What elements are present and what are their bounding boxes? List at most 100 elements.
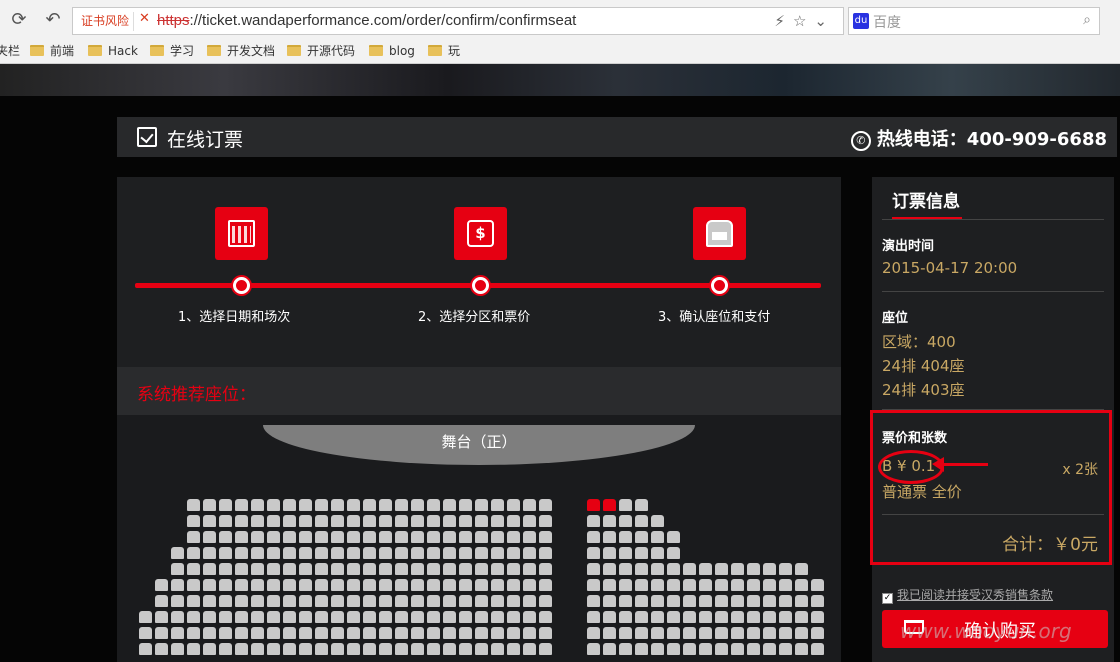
seat[interactable] — [203, 611, 216, 623]
seat[interactable] — [283, 627, 296, 639]
address-bar[interactable]: 证书风险 ✕ https://ticket.wandaperformance.c… — [72, 7, 844, 35]
seat[interactable] — [283, 499, 296, 511]
lightning-icon[interactable]: ⚡ — [774, 12, 793, 30]
seat[interactable] — [731, 643, 744, 655]
seat[interactable] — [651, 595, 664, 607]
seat[interactable] — [219, 563, 232, 575]
seat[interactable] — [539, 563, 552, 575]
seat[interactable] — [347, 515, 360, 527]
seat[interactable] — [411, 531, 424, 543]
seat[interactable] — [651, 563, 664, 575]
seat[interactable] — [251, 531, 264, 543]
back-icon[interactable]: ↶ — [42, 9, 64, 31]
seat[interactable] — [523, 595, 536, 607]
seat[interactable] — [795, 563, 808, 575]
seat[interactable] — [267, 627, 280, 639]
seat[interactable] — [539, 531, 552, 543]
seat[interactable] — [443, 579, 456, 591]
seat[interactable] — [411, 579, 424, 591]
seat[interactable] — [299, 515, 312, 527]
seat[interactable] — [779, 611, 792, 623]
seat[interactable] — [539, 515, 552, 527]
seat[interactable] — [507, 579, 520, 591]
seat[interactable] — [443, 611, 456, 623]
seat[interactable] — [603, 515, 616, 527]
seat[interactable] — [795, 643, 808, 655]
seat[interactable] — [683, 563, 696, 575]
seat[interactable] — [459, 515, 472, 527]
seat[interactable] — [331, 611, 344, 623]
bookmark-item[interactable]: 玩 — [428, 42, 460, 60]
seat[interactable] — [315, 595, 328, 607]
seat[interactable] — [491, 547, 504, 559]
seat[interactable] — [443, 595, 456, 607]
seat[interactable] — [603, 579, 616, 591]
seat[interactable] — [299, 563, 312, 575]
seat[interactable] — [203, 563, 216, 575]
seat[interactable] — [395, 563, 408, 575]
seat[interactable] — [283, 595, 296, 607]
seat[interactable] — [219, 595, 232, 607]
seat[interactable] — [395, 643, 408, 655]
seat[interactable] — [683, 595, 696, 607]
seat[interactable] — [795, 627, 808, 639]
seat[interactable] — [587, 579, 600, 591]
seat[interactable] — [667, 547, 680, 559]
seat[interactable] — [187, 547, 200, 559]
seat[interactable] — [523, 627, 536, 639]
seat[interactable] — [731, 611, 744, 623]
seat[interactable] — [715, 627, 728, 639]
seat[interactable] — [203, 643, 216, 655]
seat[interactable] — [203, 515, 216, 527]
seat[interactable] — [523, 547, 536, 559]
seat[interactable] — [539, 595, 552, 607]
seat[interactable] — [587, 547, 600, 559]
seat[interactable] — [203, 595, 216, 607]
seat[interactable] — [379, 563, 392, 575]
selected-seat[interactable] — [603, 499, 616, 511]
seat[interactable] — [187, 515, 200, 527]
seat[interactable] — [267, 547, 280, 559]
seat[interactable] — [475, 579, 488, 591]
seat[interactable] — [507, 643, 520, 655]
seat[interactable] — [507, 563, 520, 575]
seat[interactable] — [699, 643, 712, 655]
bookmark-item[interactable]: 学习 — [150, 42, 194, 60]
seat[interactable] — [411, 611, 424, 623]
seat[interactable] — [283, 531, 296, 543]
seat[interactable] — [635, 547, 648, 559]
seat[interactable] — [203, 499, 216, 511]
seat[interactable] — [283, 563, 296, 575]
seat[interactable] — [763, 611, 776, 623]
seat[interactable] — [139, 611, 152, 623]
seat[interactable] — [683, 627, 696, 639]
seat[interactable] — [475, 531, 488, 543]
seat[interactable] — [283, 579, 296, 591]
seat[interactable] — [507, 547, 520, 559]
cert-warning-badge[interactable]: 证书风险 — [77, 12, 135, 31]
seat[interactable] — [347, 579, 360, 591]
seat[interactable] — [171, 563, 184, 575]
seat[interactable] — [395, 579, 408, 591]
seat[interactable] — [331, 563, 344, 575]
seat[interactable] — [363, 643, 376, 655]
seat[interactable] — [219, 627, 232, 639]
seat[interactable] — [747, 611, 760, 623]
seat[interactable] — [635, 611, 648, 623]
seat[interactable] — [347, 531, 360, 543]
seat[interactable] — [219, 579, 232, 591]
seat[interactable] — [763, 595, 776, 607]
seat[interactable] — [619, 579, 632, 591]
seat[interactable] — [299, 643, 312, 655]
seat[interactable] — [347, 643, 360, 655]
seat[interactable] — [283, 547, 296, 559]
seat[interactable] — [779, 579, 792, 591]
seat[interactable] — [427, 531, 440, 543]
seat[interactable] — [379, 611, 392, 623]
seat[interactable] — [427, 611, 440, 623]
seat[interactable] — [331, 643, 344, 655]
seat[interactable] — [331, 499, 344, 511]
seat[interactable] — [587, 595, 600, 607]
seat[interactable] — [267, 595, 280, 607]
seat[interactable] — [811, 627, 824, 639]
